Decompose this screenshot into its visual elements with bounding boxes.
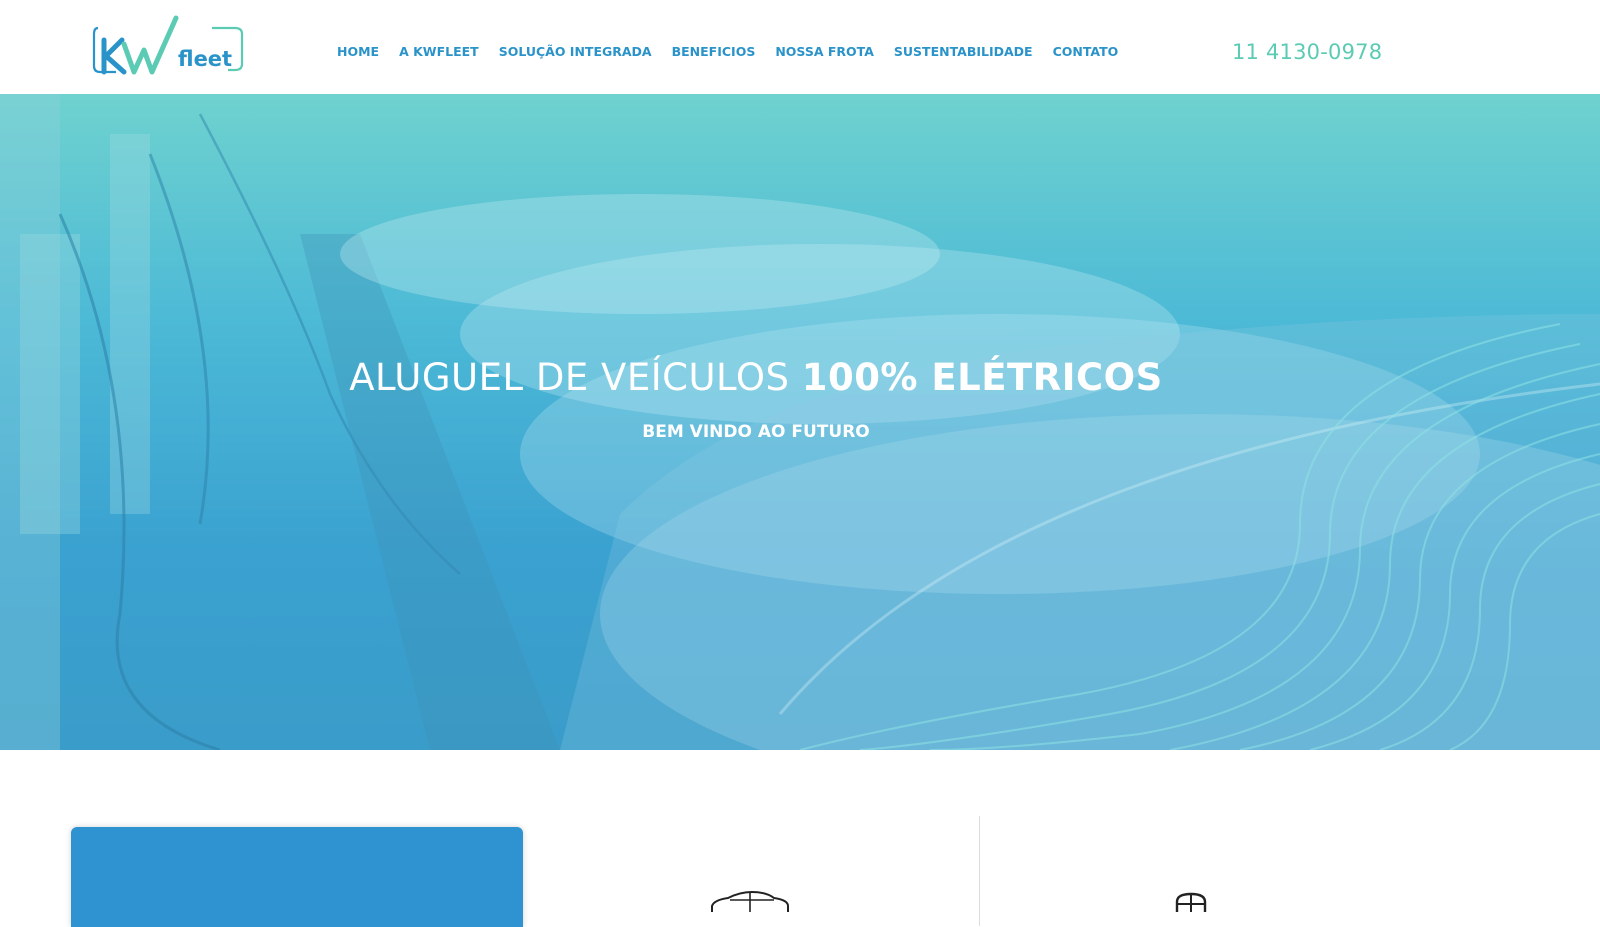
nav-sustentabilidade[interactable]: SUSTENTABILIDADE <box>894 44 1033 59</box>
hero-title-bold: 100% ELÉTRICOS <box>801 356 1163 399</box>
hero-title-light: ALUGUEL DE VEÍCULOS <box>349 356 790 399</box>
kwfleet-logo[interactable]: fleet <box>92 10 247 80</box>
car-icon <box>711 890 789 912</box>
hero-subtitle: BEM VINDO AO FUTURO <box>642 422 870 442</box>
nav-nossa-frota[interactable]: NOSSA FROTA <box>775 44 874 59</box>
phone-number[interactable]: 11 4130-0978 <box>1232 40 1382 64</box>
logo-sub-text: fleet <box>178 47 232 71</box>
site-header: fleet HOME A KWFLEET SOLUÇÃO INTEGRADA B… <box>0 0 1600 94</box>
section-divider <box>979 816 980 926</box>
nav-contato[interactable]: CONTATO <box>1053 44 1119 59</box>
logo-check-icon: fleet <box>92 15 244 75</box>
features-section <box>0 750 1600 927</box>
nav-beneficios[interactable]: BENEFICIOS <box>672 44 756 59</box>
nav-solucao-integrada[interactable]: SOLUÇÃO INTEGRADA <box>499 44 652 59</box>
hero-banner: ALUGUEL DE VEÍCULOS 100% ELÉTRICOS BEM V… <box>0 94 1600 750</box>
main-nav: HOME A KWFLEET SOLUÇÃO INTEGRADA BENEFIC… <box>337 44 1138 59</box>
nav-a-kwfleet[interactable]: A KWFLEET <box>399 44 479 59</box>
hand-icon <box>1175 892 1207 912</box>
hero-title: ALUGUEL DE VEÍCULOS 100% ELÉTRICOS <box>0 356 1512 399</box>
feature-card <box>71 827 523 927</box>
nav-home[interactable]: HOME <box>337 44 379 59</box>
